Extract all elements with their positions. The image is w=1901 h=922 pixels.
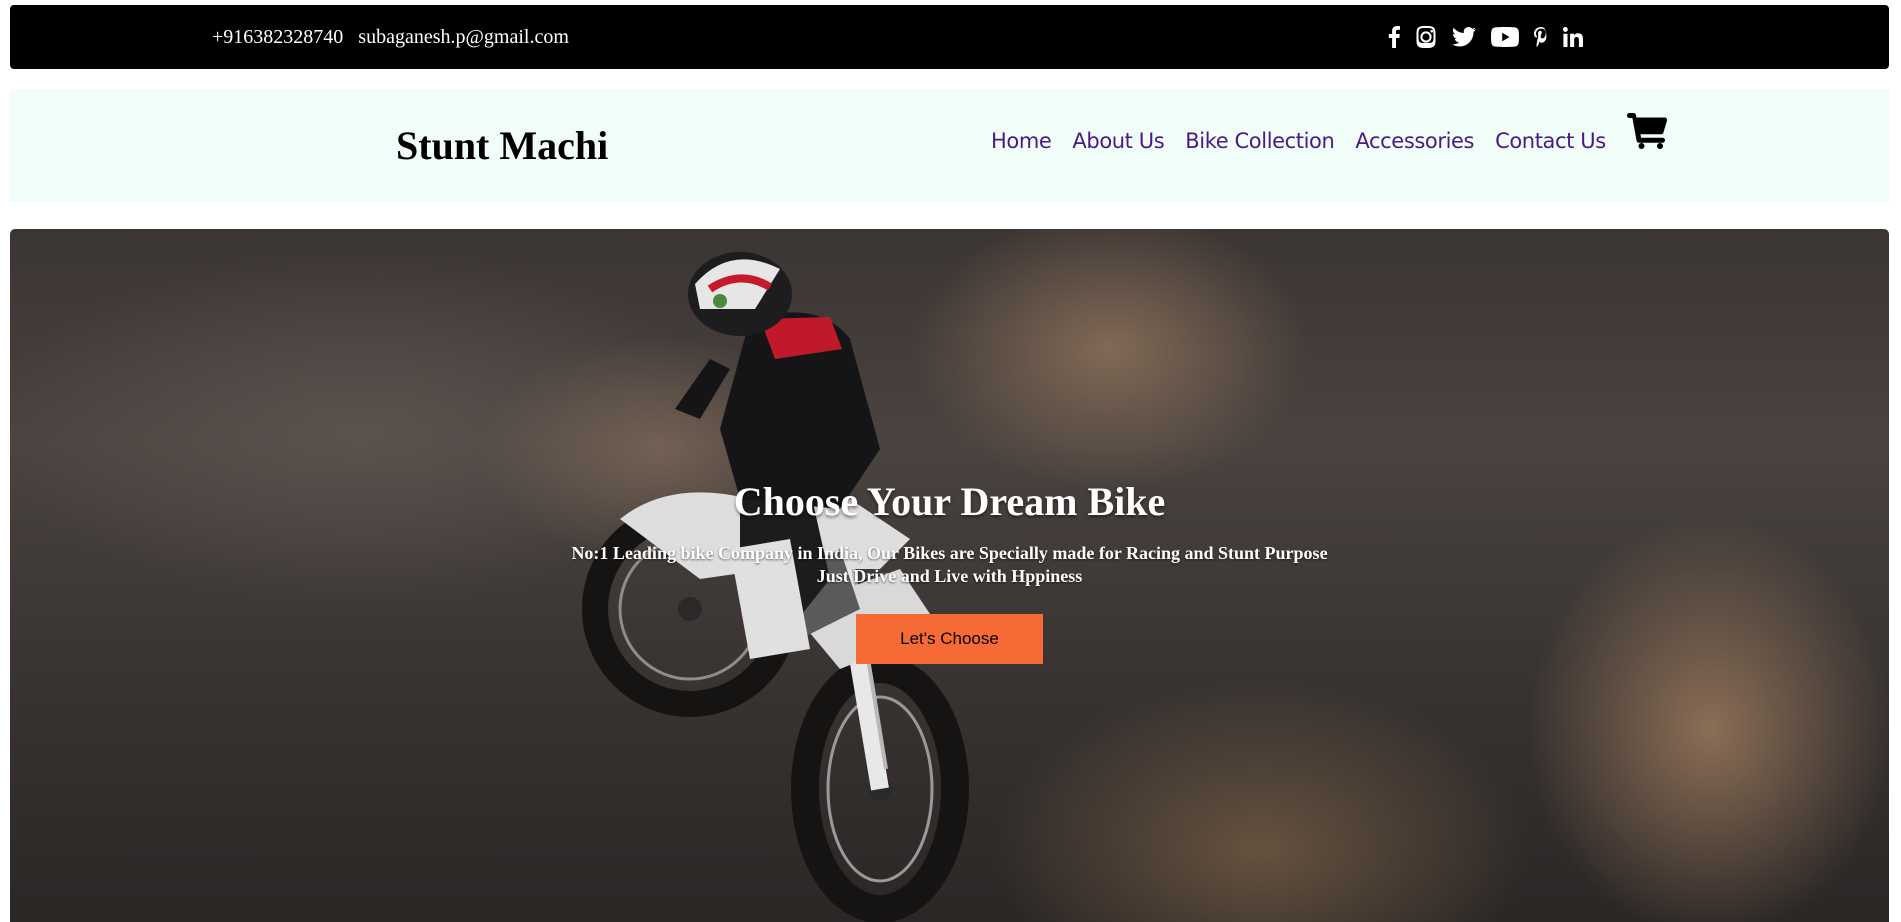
twitter-icon[interactable] xyxy=(1452,5,1476,69)
hero-title: Choose Your Dream Bike xyxy=(733,479,1166,524)
cart-icon[interactable] xyxy=(1627,113,1668,149)
hero-content: Choose Your Dream Bike No:1 Leading bike… xyxy=(10,479,1889,664)
lets-choose-button[interactable]: Let's Choose xyxy=(856,614,1043,664)
nav-link-accessories[interactable]: Accessories xyxy=(1355,129,1474,153)
nav-links: Home About Us Bike Collection Accessorie… xyxy=(991,89,1606,193)
nav-link-about-us[interactable]: About Us xyxy=(1072,129,1164,153)
nav-link-contact-us[interactable]: Contact Us xyxy=(1495,129,1606,153)
hero-banner: Choose Your Dream Bike No:1 Leading bike… xyxy=(10,229,1889,922)
main-navbar: Stunt Machi Home About Us Bike Collectio… xyxy=(10,89,1889,202)
contact-info: +916382328740 subaganesh.p@gmail.com xyxy=(212,5,569,69)
hero-subtitle-line-1: No:1 Leading bike Company in India, Our … xyxy=(571,543,1328,563)
social-links xyxy=(1388,5,1583,69)
hero-subtitle: No:1 Leading bike Company in India, Our … xyxy=(10,542,1889,588)
nav-link-bike-collection[interactable]: Bike Collection xyxy=(1185,129,1335,153)
top-contact-bar: +916382328740 subaganesh.p@gmail.com xyxy=(10,5,1889,69)
youtube-icon[interactable] xyxy=(1491,5,1519,69)
email-address: subaganesh.p@gmail.com xyxy=(358,25,569,48)
hero-subtitle-line-2: Just Drive and Live with Hppiness xyxy=(816,566,1083,586)
pinterest-icon[interactable] xyxy=(1534,5,1548,69)
phone-number: +916382328740 xyxy=(212,25,344,48)
linkedin-icon[interactable] xyxy=(1563,5,1583,69)
nav-link-home[interactable]: Home xyxy=(991,129,1052,153)
brand-logo[interactable]: Stunt Machi xyxy=(396,89,608,202)
facebook-icon[interactable] xyxy=(1388,5,1400,69)
instagram-icon[interactable] xyxy=(1415,5,1437,69)
